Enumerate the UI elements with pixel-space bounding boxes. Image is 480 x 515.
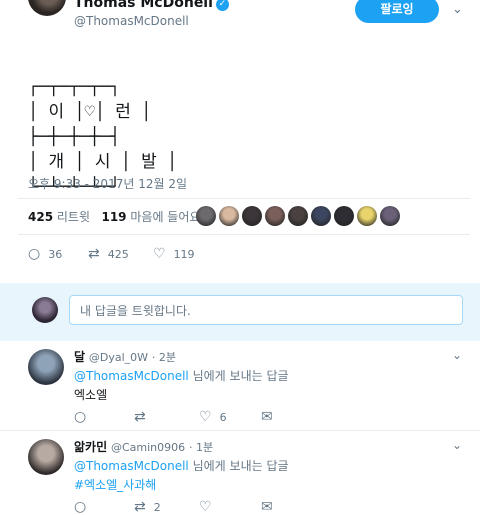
reply-button[interactable]: ○ 36 [28,246,88,262]
retweet-count: 2 [153,500,161,514]
tweet-timestamp[interactable]: 오후 9:33 - 2017년 12월 2일 [28,175,187,192]
replying-to-suffix: 님에게 보내는 답글 [192,369,289,383]
like-button[interactable]: ♡ 6 [199,409,261,425]
reply-icon: ○ [74,499,87,515]
verified-badge-icon: ✓ [215,0,229,11]
reply-icon: ○ [74,409,87,425]
reply-button[interactable]: ○ [74,409,134,425]
heart-icon: ♡ [153,246,166,262]
reply-more-chevron-icon[interactable]: ⌄ [452,348,462,362]
retweets-count: 425 [28,210,54,224]
reply-tweet[interactable]: 달 @Dyal_0W · 2분 ⌄ @ThomasMcDonell 님에게 보내… [0,341,480,429]
likes-stat[interactable]: 119 마음에 들어요 [101,210,200,224]
tweet-text-line: │ 개 │ 시 │ 발 │ [28,152,178,172]
heart-icon: ♡ [199,409,212,425]
retweet-icon: ⇄ [134,409,146,425]
like-button[interactable]: ♡ [199,499,261,515]
replying-to-link[interactable]: @ThomasMcDonell [74,369,189,383]
tweet-text-line: ├─┼─┼─┼─┤ [28,127,121,147]
tweet-text-line: │ 이 │♡│ 런 │ [28,102,152,122]
divider [18,198,470,199]
reply-actions: ○ ⇄ 2 ♡ ✉ [74,499,273,515]
liker-avatar[interactable] [196,206,216,226]
tweet-text-line: ┌─┬─┬─┬─┐ [28,77,121,97]
retweet-count: 425 [107,247,129,261]
divider [18,234,470,235]
reply-text: 엑소엘 [74,388,108,402]
envelope-icon: ✉ [261,409,273,425]
reply-avatar[interactable] [28,439,64,475]
my-avatar [32,297,58,323]
liker-avatar[interactable] [265,206,285,226]
reply-actions: ○ ⇄ ♡ 6 ✉ [74,409,273,425]
heart-icon: ♡ [199,499,212,515]
retweet-button[interactable]: ⇄ [134,409,199,425]
likers-avatars [196,206,400,226]
direct-message-button[interactable]: ✉ [261,499,273,515]
liker-avatar[interactable] [219,206,239,226]
liker-avatar[interactable] [242,206,262,226]
liker-avatar[interactable] [334,206,354,226]
retweet-button[interactable]: ⇄ 2 [134,499,199,515]
replying-to-suffix: 님에게 보내는 답글 [192,459,289,473]
author-handle[interactable]: @ThomasMcDonell [74,14,189,28]
retweet-icon: ⇄ [134,499,146,515]
author-name[interactable]: Thomas McDonell ✓ [74,0,229,11]
liker-avatar[interactable] [357,206,377,226]
like-button[interactable]: ♡ 119 [153,246,213,262]
retweets-stat[interactable]: 425 리트윗 [28,210,90,224]
author-name-text: Thomas McDonell [74,0,213,11]
liker-avatar[interactable] [288,206,308,226]
liker-avatar[interactable] [311,206,331,226]
reply-button[interactable]: ○ [74,499,134,515]
reply-time[interactable]: · 1분 [189,441,213,454]
reply-tweet[interactable]: 앎카민 @Camin0906 · 1분 ⌄ @ThomasMcDonell 님에… [0,431,480,515]
like-count: 119 [173,247,195,261]
reply-avatar[interactable] [28,349,64,385]
tweet-stats: 425 리트윗 119 마음에 들어요 [28,208,200,225]
envelope-icon: ✉ [261,499,273,515]
reply-more-chevron-icon[interactable]: ⌄ [452,438,462,452]
reply-author-name[interactable]: 달 [74,350,85,364]
retweet-icon: ⇄ [88,246,100,262]
more-options-chevron-icon[interactable]: ⌄ [452,2,463,17]
author-avatar[interactable] [28,0,66,16]
reply-icon: ○ [28,246,41,262]
likes-count: 119 [101,210,127,224]
reply-compose-area: 내 답글을 트윗합니다. [0,283,480,341]
liker-avatar[interactable] [380,206,400,226]
reply-time[interactable]: · 2분 [152,351,176,364]
reply-count: 36 [48,247,63,261]
following-button[interactable]: 팔로잉 [355,0,439,23]
retweet-button[interactable]: ⇄ 425 [88,246,153,262]
reply-author-handle[interactable]: @Camin0906 [111,441,185,454]
likes-label: 마음에 들어요 [130,210,201,224]
replying-to-link[interactable]: @ThomasMcDonell [74,459,189,473]
reply-author-name[interactable]: 앎카민 [74,440,107,454]
direct-message-button[interactable]: ✉ [261,409,273,425]
reply-author-handle[interactable]: @Dyal_0W [89,351,148,364]
tweet-actions: ○ 36 ⇄ 425 ♡ 119 [28,246,213,262]
retweets-label: 리트윗 [56,210,91,224]
reply-hashtag[interactable]: #엑소엘_사과해 [74,476,156,493]
reply-input[interactable]: 내 답글을 트윗합니다. [69,295,463,325]
like-count: 6 [219,410,227,424]
